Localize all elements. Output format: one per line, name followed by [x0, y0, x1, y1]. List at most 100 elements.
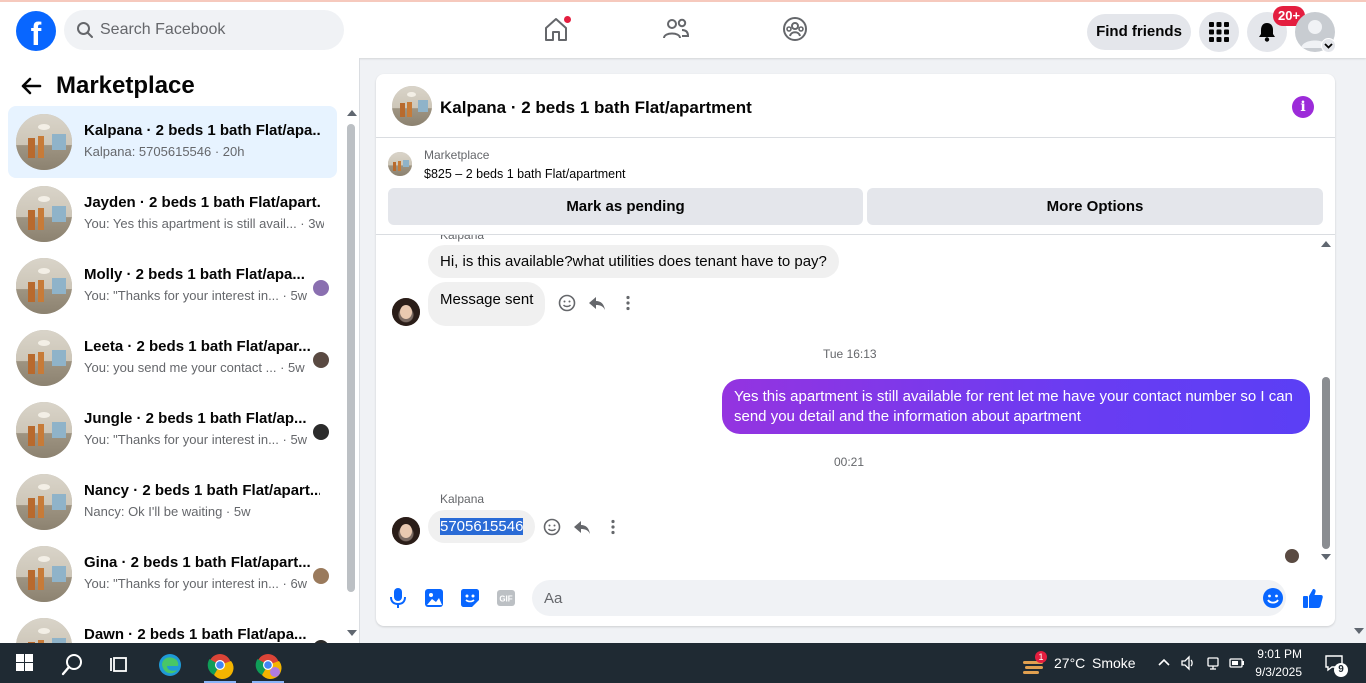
listing-thumbnail[interactable]	[392, 86, 432, 126]
listing-thumbnail	[16, 186, 72, 242]
chat-panel: Kalpana · 2 beds 1 bath Flat/apartment i…	[376, 74, 1335, 626]
edge-icon[interactable]	[150, 647, 190, 683]
sender-avatar[interactable]	[392, 517, 420, 545]
seen-avatar	[313, 424, 329, 440]
conversation-item[interactable]: Kalpana · 2 beds 1 bath Flat/apa... Kalp…	[8, 106, 337, 178]
listing-thumbnail	[16, 114, 72, 170]
chevron-up-icon[interactable]	[1157, 656, 1171, 670]
conversation-item[interactable]: Jayden · 2 beds 1 bath Flat/apart... You…	[8, 178, 337, 250]
info-icon[interactable]: i	[1292, 96, 1314, 118]
listing-small-thumbnail	[388, 152, 412, 176]
chat-scroll-down-arrow[interactable]	[1321, 554, 1331, 560]
conversation-item[interactable]: Gina · 2 beds 1 bath Flat/apart... You: …	[8, 538, 337, 610]
conversation-title: Jungle · 2 beds 1 bath Flat/ap...	[84, 410, 307, 427]
conversation-title: Gina · 2 beds 1 bath Flat/apart...	[84, 554, 311, 571]
message-timestamp: 00:21	[834, 455, 865, 469]
listing-thumbnail	[16, 258, 72, 314]
reply-icon[interactable]	[573, 518, 591, 536]
windows-taskbar: 1 27°C Smoke 9:01 PM 9/3/2025 9	[0, 643, 1366, 683]
message-timestamp: Tue 16:13	[823, 347, 877, 361]
sender-name: Kalpana	[440, 228, 485, 242]
battery-icon[interactable]	[1229, 655, 1245, 671]
sidebar-scroll-down-arrow[interactable]	[347, 630, 357, 636]
message-actions	[543, 518, 630, 538]
seen-avatar	[1285, 549, 1299, 563]
sticker-icon[interactable]	[458, 586, 482, 610]
conversation-title: Dawn · 2 beds 1 bath Flat/apa...	[84, 626, 307, 643]
seen-avatar	[313, 568, 329, 584]
incoming-message[interactable]: Message sent	[428, 282, 546, 326]
speaker-icon[interactable]	[1180, 655, 1196, 671]
conversation-item[interactable]: Molly · 2 beds 1 bath Flat/apa... You: "…	[8, 250, 337, 322]
conversation-item[interactable]: Dawn · 2 beds 1 bath Flat/apa...	[8, 610, 337, 643]
gif-icon[interactable]: GIF	[494, 586, 518, 610]
reply-icon[interactable]	[588, 294, 606, 312]
friends-icon[interactable]	[661, 14, 691, 44]
search-input[interactable]	[100, 10, 330, 50]
emoji-react-icon[interactable]	[543, 518, 561, 536]
message-composer: GIF	[376, 576, 1335, 626]
task-view-icon[interactable]	[100, 647, 140, 683]
outgoing-message[interactable]: Yes this apartment is still available fo…	[722, 379, 1310, 434]
thumbs-up-icon[interactable]	[1301, 586, 1325, 610]
seen-avatar	[313, 352, 329, 368]
selected-text[interactable]: 5705615546	[440, 518, 524, 535]
more-vertical-icon[interactable]	[619, 294, 637, 312]
mark-as-pending-button[interactable]: Mark as pending	[388, 188, 863, 225]
listing-thumbnail	[16, 402, 72, 458]
chat-scrollbar[interactable]	[1322, 377, 1330, 549]
windows-start-icon[interactable]	[4, 653, 44, 673]
incoming-message[interactable]: Hi, is this available?what utilities doe…	[428, 245, 839, 278]
weather-temperature[interactable]: 27°C	[1054, 655, 1085, 671]
conversation-preview: You: "Thanks for your interest in... · 5…	[84, 288, 308, 303]
facebook-logo[interactable]: f	[16, 11, 56, 51]
clock-time[interactable]: 9:01 PM	[1250, 647, 1302, 661]
conversation-preview: Nancy: Ok I'll be waiting · 5w	[84, 504, 251, 519]
message-input[interactable]	[532, 580, 1286, 616]
find-friends-button[interactable]: Find friends	[1087, 14, 1191, 50]
microphone-icon[interactable]	[386, 586, 410, 610]
menu-button[interactable]	[1199, 12, 1239, 52]
sidebar-scrollbar[interactable]	[347, 124, 355, 592]
groups-icon[interactable]	[780, 14, 810, 44]
more-vertical-icon[interactable]	[604, 518, 622, 536]
emoji-react-icon[interactable]	[558, 294, 576, 312]
conversation-item[interactable]: Nancy · 2 beds 1 bath Flat/apart... Nanc…	[8, 466, 337, 538]
page-title: Marketplace	[56, 72, 195, 99]
conversation-title: Molly · 2 beds 1 bath Flat/apa...	[84, 266, 305, 283]
more-options-button[interactable]: More Options	[867, 188, 1323, 225]
search-box[interactable]	[64, 10, 344, 50]
divider	[376, 234, 1335, 235]
weather-alert-badge: 1	[1035, 651, 1047, 663]
listing-thumbnail	[16, 546, 72, 602]
weather-condition[interactable]: Smoke	[1092, 655, 1136, 671]
listing-price[interactable]: $825 – 2 beds 1 bath Flat/apartment	[424, 167, 626, 181]
conversation-preview: You: "Thanks for your interest in... · 6…	[84, 576, 308, 591]
chrome-icon[interactable]	[200, 647, 240, 683]
emoji-icon[interactable]	[1261, 586, 1285, 610]
photo-icon[interactable]	[422, 586, 446, 610]
incoming-message[interactable]: 5705615546	[428, 510, 536, 543]
top-navigation-bar: f Find friends 20+	[0, 0, 1366, 58]
svg-text:GIF: GIF	[499, 595, 512, 604]
search-icon[interactable]	[52, 647, 92, 683]
listing-thumbnail	[16, 474, 72, 530]
chat-scroll-up-arrow[interactable]	[1321, 241, 1331, 247]
clock-date[interactable]: 9/3/2025	[1250, 665, 1302, 679]
bell-icon	[1259, 23, 1275, 42]
conversation-title: Jayden · 2 beds 1 bath Flat/apart...	[84, 194, 320, 211]
network-icon[interactable]	[1205, 655, 1221, 671]
conversation-title: Kalpana · 2 beds 1 bath Flat/apa...	[84, 122, 320, 139]
conversation-item[interactable]: Jungle · 2 beds 1 bath Flat/ap... You: "…	[8, 394, 337, 466]
sender-avatar[interactable]	[392, 298, 420, 326]
account-chevron-down-icon[interactable]	[1321, 38, 1336, 53]
message-actions	[558, 294, 645, 314]
conversation-item[interactable]: Leeta · 2 beds 1 bath Flat/apar... You: …	[8, 322, 337, 394]
page-scroll-down-arrow[interactable]	[1354, 628, 1364, 634]
chat-title[interactable]: Kalpana · 2 beds 1 bath Flat/apartment	[440, 98, 752, 118]
back-arrow-icon[interactable]	[20, 75, 42, 97]
sidebar-scroll-up-arrow[interactable]	[347, 110, 357, 116]
notification-center-badge: 9	[1334, 663, 1348, 677]
chrome-profile-icon[interactable]	[248, 647, 288, 683]
conversation-preview: You: "Thanks for your interest in... · 5…	[84, 432, 308, 447]
